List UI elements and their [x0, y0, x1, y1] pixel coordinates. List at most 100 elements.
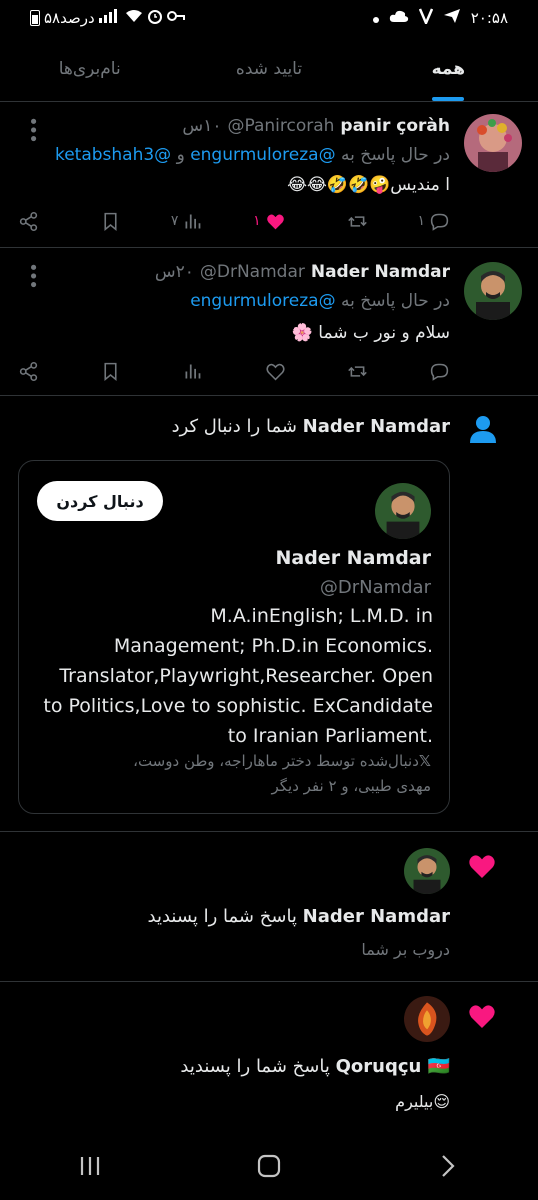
send-icon [443, 8, 461, 28]
tweet-author-handle[interactable]: @DrNamdar [200, 262, 305, 282]
vpn-icon [418, 8, 433, 28]
heart-filled-icon [469, 855, 495, 878]
wifi-icon [125, 9, 143, 27]
share-button[interactable] [18, 361, 39, 382]
replying-to-line: در حال پاسخ به @engurmuloreza و @ketabsh… [54, 145, 450, 165]
tweet-author-name[interactable]: Nader Namdar [311, 262, 450, 282]
reply-icon [430, 363, 449, 381]
battery-text: ۵۸درصد [44, 9, 95, 27]
key-icon [166, 10, 185, 26]
battery-icon [30, 10, 40, 26]
share-icon [19, 361, 38, 381]
recents-icon [80, 1157, 99, 1175]
person-icon [470, 416, 496, 443]
follow-action-text: شما را دنبال کرد [171, 416, 297, 437]
share-button[interactable] [18, 211, 39, 232]
mention-link[interactable]: @engurmuloreza [190, 145, 335, 165]
back-icon [442, 1155, 455, 1177]
follow-notification[interactable]: Nader Namdar شما را دنبال کرد دنبال کردن… [0, 396, 538, 832]
follower-name[interactable]: Nader Namdar [303, 416, 450, 437]
tweet-author-handle[interactable]: @Panircorah [227, 116, 334, 136]
bookmark-icon [104, 362, 117, 381]
retweet-button[interactable] [308, 361, 368, 382]
follow-button[interactable]: دنبال کردن [37, 481, 163, 521]
home-button[interactable] [229, 1153, 309, 1179]
tab-all[interactable]: همه [359, 36, 538, 101]
tweet-text: ا مندیس🤪🤣🤣😂😂 [287, 175, 450, 195]
alarm-icon [147, 8, 163, 28]
views-icon [185, 214, 201, 228]
replying-to-line: در حال پاسخ به @engurmuloreza [190, 291, 450, 311]
avatar[interactable] [464, 262, 522, 320]
card-name[interactable]: Nader Namdar [275, 547, 431, 569]
reply-button[interactable]: ۱ [390, 211, 450, 232]
views-button[interactable]: ۷ [143, 211, 203, 232]
retweet-icon [348, 365, 367, 377]
system-nav-bar [0, 1132, 538, 1200]
tweet-actions: ۱ ۱ ۷ [18, 206, 450, 236]
bookmark-icon [104, 212, 117, 231]
tab-mentions[interactable]: نام‌بری‌ها [0, 36, 179, 101]
tweet-time: ۱۰س [182, 116, 222, 136]
more-options-icon[interactable]: ••• [22, 116, 43, 142]
follow-line: Nader Namdar شما را دنبال کرد [172, 416, 450, 437]
more-options-icon[interactable]: ••• [22, 262, 43, 288]
mention-link[interactable]: @ketabshah3 [55, 145, 171, 165]
like-button[interactable]: ۱ [226, 211, 286, 232]
avatar[interactable] [375, 483, 431, 539]
like-notification[interactable]: Qoruqçu 🇦🇿 پاسخ شما را پسندید 😌بیلیرم [0, 982, 538, 1132]
avatar[interactable] [404, 848, 450, 894]
status-right: ۲۰:۵۸ [372, 8, 508, 28]
liked-excerpt: 😌بیلیرم [395, 1092, 450, 1111]
like-action-text: پاسخ شما را پسندید [180, 1056, 330, 1077]
like-notification[interactable]: Nader Namdar پاسخ شما را پسندید دروب بر … [0, 832, 538, 982]
status-bar: ۵۸درصد ۲۰:۵۸ [0, 0, 538, 36]
liker-name[interactable]: Nader Namdar [303, 906, 450, 927]
tweet-header: panir çoràh @Panircorah ۱۰س [40, 112, 450, 140]
share-icon [19, 211, 38, 231]
mention-link[interactable]: @engurmuloreza [190, 291, 335, 311]
like-button[interactable] [226, 361, 286, 382]
back-button[interactable] [408, 1153, 488, 1179]
views-button[interactable] [143, 361, 203, 382]
reply-button[interactable] [390, 361, 450, 382]
status-left: ۵۸درصد [30, 8, 185, 28]
tweet-actions [18, 356, 450, 386]
clock-time: ۲۰:۵۸ [470, 9, 508, 27]
dot-icon [372, 9, 379, 27]
bookmark-button[interactable] [61, 211, 121, 232]
heart-filled-icon [469, 1005, 495, 1028]
recents-button[interactable] [50, 1153, 130, 1179]
views-icon [185, 364, 201, 378]
retweet-button[interactable] [308, 211, 368, 232]
like-line: Qoruqçu 🇦🇿 پاسخ شما را پسندید [180, 1056, 450, 1077]
user-card[interactable]: دنبال کردن Nader Namdar @DrNamdar M.A.in… [18, 460, 450, 814]
tweet-time: ۲۰س [154, 262, 194, 282]
home-icon [257, 1154, 281, 1178]
card-handle: @DrNamdar [319, 577, 431, 598]
liker-name[interactable]: Qoruqçu 🇦🇿 [336, 1056, 450, 1077]
tweet-row[interactable]: panir çoràh @Panircorah ۱۰س ••• در حال پ… [0, 102, 538, 248]
like-action-text: پاسخ شما را پسندید [147, 906, 297, 927]
reply-count: ۱ [417, 213, 425, 229]
heart-outline-icon [266, 363, 285, 380]
heart-filled-icon [266, 214, 284, 229]
bookmark-button[interactable] [61, 361, 121, 382]
notifications-tabs: همه تایید شده نام‌بری‌ها [0, 36, 538, 102]
like-count: ۱ [253, 213, 261, 229]
tweet-author-name[interactable]: panir çoràh [340, 116, 450, 136]
avatar[interactable] [464, 114, 522, 172]
like-line: Nader Namdar پاسخ شما را پسندید [148, 906, 451, 927]
card-bio: M.A.inEnglish; L.M.D. in Management; Ph.… [43, 605, 433, 747]
signal-icon [98, 9, 121, 27]
retweet-icon [348, 215, 367, 227]
tweet-text: سلام و نور ب شما 🌸 [291, 323, 450, 343]
followed-by[interactable]: 𝕏دنبال‌شده توسط دختر ماهاراجه، وطن دوست،… [31, 749, 431, 799]
views-count: ۷ [170, 213, 179, 229]
avatar[interactable] [404, 996, 450, 1042]
tweet-row[interactable]: Nader Namdar @DrNamdar ۲۰س ••• در حال پا… [0, 248, 538, 396]
tab-verified[interactable]: تایید شده [179, 36, 358, 101]
x-logo-icon: 𝕏 [418, 752, 431, 770]
tweet-header: Nader Namdar @DrNamdar ۲۰س [40, 258, 450, 286]
liked-excerpt: دروب بر شما [361, 940, 450, 959]
